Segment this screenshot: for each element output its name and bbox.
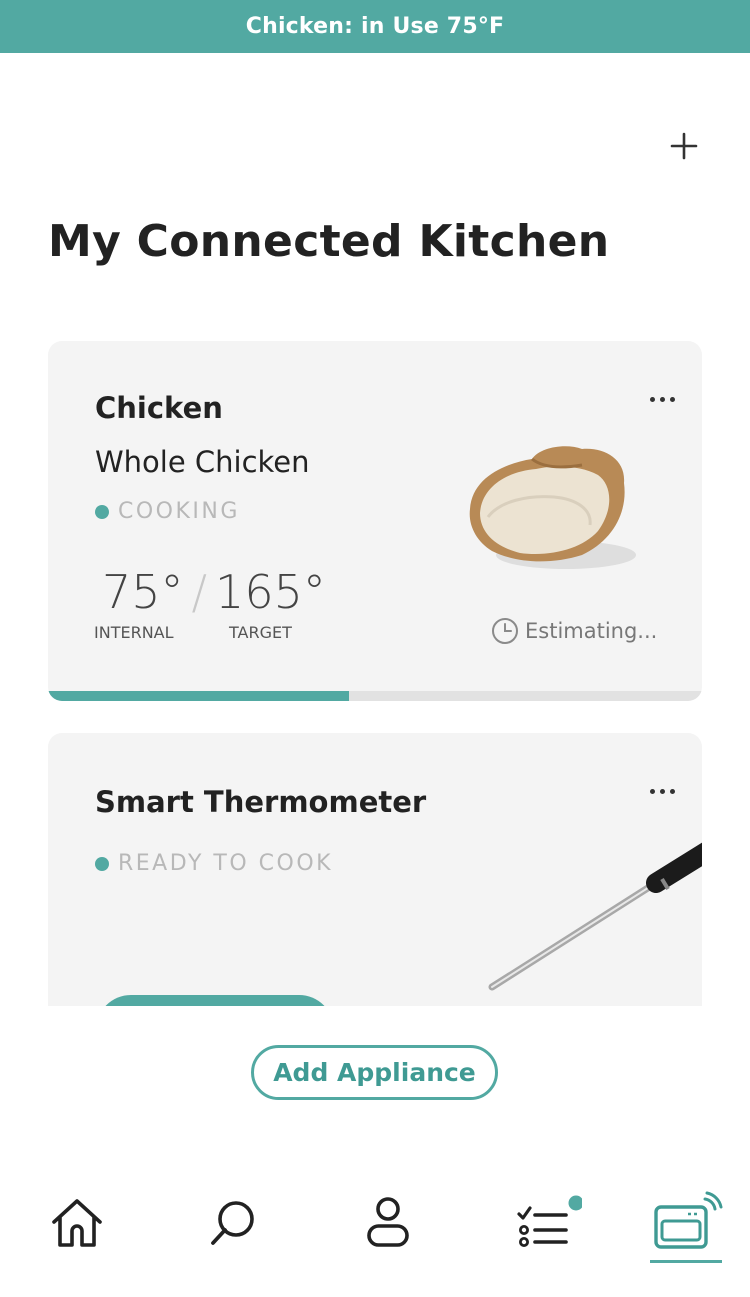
status-dot [95,504,109,519]
nav-checklist[interactable] [502,1188,582,1258]
more-dots-icon [649,788,655,794]
device-card-thermometer[interactable]: Smart Thermometer READY TO COOK [48,733,702,1006]
connected-oven-icon [654,1191,723,1249]
target-temp: 165° [215,565,326,619]
cook-card-chicken[interactable]: Chicken Whole Chicken COOKING 75° / 165°… [48,341,702,701]
bottom-nav [0,1180,750,1280]
checklist-icon [517,1195,582,1248]
status-banner-text: Chicken: in Use 75°F [245,14,505,39]
search-icon [211,1201,254,1245]
status-banner[interactable]: Chicken: in Use 75°F [0,0,750,53]
add-button[interactable] [662,124,706,168]
plus-icon [670,132,698,160]
card-subtitle: Whole Chicken [95,445,310,479]
nav-profile[interactable] [348,1188,428,1258]
internal-temp: 75° [102,565,184,619]
status-label: READY TO COOK [118,851,334,876]
card-title: Chicken [95,391,223,425]
profile-icon [367,1197,409,1247]
target-label: TARGET [229,623,292,642]
active-tab-indicator [650,1260,722,1263]
nav-home[interactable] [37,1188,117,1258]
nav-appliances[interactable] [643,1188,723,1258]
status-dot [95,856,109,871]
temp-separator: / [191,565,208,619]
thermometer-probe-image [488,842,702,991]
add-appliance-button[interactable]: Add Appliance [251,1045,498,1100]
more-dots-icon [649,396,655,402]
cook-progress-bar [48,691,702,701]
add-appliance-label: Add Appliance [273,1058,476,1087]
page-title: My Connected Kitchen [48,216,610,267]
home-icon [52,1199,102,1247]
notification-dot [568,1195,582,1211]
cook-progress-fill [48,691,349,701]
card-menu-button[interactable] [644,387,680,411]
estimate-text: Estimating... [525,619,658,643]
start-cook-button[interactable] [96,995,334,1006]
card-title: Smart Thermometer [95,785,427,819]
internal-label: INTERNAL [94,623,174,642]
card-menu-button[interactable] [644,779,680,803]
appliance-list[interactable]: Chicken Whole Chicken COOKING 75° / 165°… [0,330,750,1006]
chicken-image [469,446,636,569]
status-indicator: READY TO COOK [95,851,333,876]
status-indicator: COOKING [95,499,240,524]
temperature-readout: 75° / 165° [102,565,326,619]
nav-search[interactable] [192,1188,272,1258]
time-estimate: Estimating... [491,617,657,645]
clock-icon [492,618,518,644]
status-label: COOKING [118,499,240,524]
